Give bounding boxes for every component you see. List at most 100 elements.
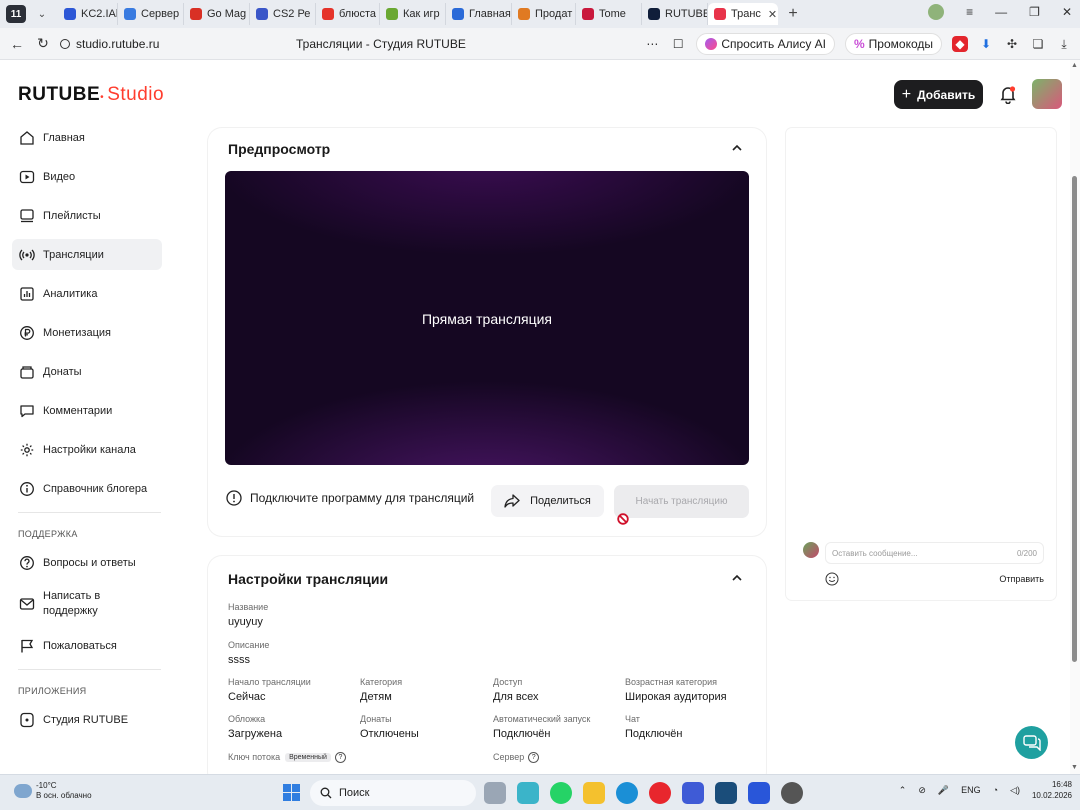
browser-tab[interactable]: CS2 Ре	[250, 3, 316, 25]
search-icon	[320, 787, 332, 799]
sidebar-item[interactable]: Монетизация	[12, 317, 162, 348]
browser-tab[interactable]: Продат	[512, 3, 576, 25]
alert-icon	[226, 490, 242, 506]
browser-tab[interactable]: Tome	[576, 3, 642, 25]
sidebar-item[interactable]: Плейлисты	[12, 200, 162, 231]
sidebar-item[interactable]: Комментарии	[12, 395, 162, 426]
menu-icon[interactable]: ≡	[966, 5, 973, 19]
app-icon[interactable]	[517, 782, 539, 804]
rutube-studio-logo[interactable]: RUTUBE • Studio	[18, 84, 164, 106]
collapse-chevron-icon[interactable]	[731, 142, 743, 154]
microphone-icon[interactable]: 🎤	[938, 785, 949, 796]
browser-tab[interactable]: RUTUBE	[642, 3, 708, 25]
scroll-down-icon[interactable]: ▼	[1071, 764, 1078, 771]
sidebar-item[interactable]: Аналитика	[12, 278, 162, 309]
studio-icon	[20, 712, 34, 727]
support-chat-button[interactable]	[1015, 726, 1048, 759]
scroll-up-icon[interactable]: ▲	[1071, 62, 1078, 69]
chevron-down-icon[interactable]: ⌄	[34, 6, 50, 22]
help-icon[interactable]: ?	[334, 752, 346, 764]
sidebar-item[interactable]: Главная	[12, 122, 162, 153]
browser-tab[interactable]: Транс ✕	[708, 3, 778, 25]
help-icon[interactable]: ?	[528, 752, 540, 764]
scrollbar-thumb[interactable]	[1072, 176, 1077, 662]
sidebar-item[interactable]: Студия RUTUBE	[12, 704, 162, 735]
browser-tab[interactable]: Go Mag	[184, 3, 250, 25]
chat-message-input[interactable]: Оставить сообщение... 0/200	[825, 542, 1044, 564]
collections-icon[interactable]: ❏	[1030, 36, 1046, 52]
sidebar-item[interactable]: Пожаловаться	[12, 630, 162, 661]
yandex-browser-icon[interactable]	[649, 782, 671, 804]
site-info-icon[interactable]	[60, 38, 70, 49]
windows-start-icon[interactable]	[283, 784, 300, 801]
sidebar-item[interactable]: Вопросы и ответы	[12, 547, 162, 578]
settings-field: Донаты Отключены	[360, 714, 419, 740]
browser-tab[interactable]: Сервер	[118, 3, 184, 25]
sidebar-item[interactable]: Написать в поддержку	[12, 586, 162, 622]
steam-icon[interactable]	[715, 782, 737, 804]
close-tab-icon[interactable]: ✕	[768, 8, 777, 21]
add-button[interactable]: + Добавить	[894, 80, 983, 109]
close-window-icon[interactable]: ✕	[1062, 5, 1072, 19]
wifi-icon[interactable]: ◔	[993, 785, 998, 795]
logo-sub: Studio	[107, 84, 165, 105]
sidebar-item[interactable]: Трансляции	[12, 239, 162, 270]
restore-icon[interactable]: ❐	[1029, 5, 1040, 19]
clock[interactable]: 16:48 10.02.2026	[1032, 779, 1072, 801]
settings-field-value: Загружена	[228, 728, 283, 740]
tab-favicon-icon	[452, 8, 464, 20]
app-icon[interactable]	[682, 782, 704, 804]
browser-tab[interactable]: KC2.IAll	[58, 3, 118, 25]
chat-send-button[interactable]: Отправить	[999, 574, 1044, 584]
ruble-icon	[20, 325, 34, 340]
taskbar-search[interactable]: Поиск	[310, 780, 476, 806]
notifications-bell-icon[interactable]	[998, 84, 1018, 104]
url-text: studio.rutube.ru	[76, 36, 160, 51]
start-stream-button[interactable]: Начать трансляцию	[614, 485, 749, 518]
sidebar-item[interactable]: Справочник блогера	[12, 473, 162, 504]
browser-tab[interactable]: Главная	[446, 3, 512, 25]
promo-button[interactable]: % Промокоды	[845, 33, 942, 55]
collapse-chevron-icon[interactable]	[731, 572, 743, 584]
chevron-up-icon[interactable]: ⌃	[899, 785, 907, 796]
file-explorer-icon[interactable]	[583, 782, 605, 804]
edge-icon[interactable]	[616, 782, 638, 804]
app-icon[interactable]	[781, 782, 803, 804]
sidebar-item[interactable]: Видео	[12, 161, 162, 192]
browser-tab[interactable]: блюста	[316, 3, 380, 25]
extension-icon[interactable]: ◆	[952, 36, 968, 52]
downloads-icon[interactable]: ⤓	[1056, 36, 1072, 52]
apps-section-title: ПРИЛОЖЕНИЯ	[18, 686, 87, 696]
url-field[interactable]: studio.rutube.ru	[60, 37, 159, 51]
alice-label: Спросить Алису AI	[721, 37, 826, 51]
new-tab-button[interactable]: +	[784, 5, 802, 23]
back-icon[interactable]: ←	[4, 36, 30, 52]
whatsapp-icon[interactable]	[550, 782, 572, 804]
settings-field: Начало трансляции Сейчас	[228, 677, 311, 703]
language-indicator[interactable]: ENG	[961, 785, 981, 795]
emoji-icon[interactable]	[825, 572, 839, 586]
browser-tab[interactable]: Как игр	[380, 3, 446, 25]
user-avatar[interactable]	[1032, 79, 1062, 109]
settings-field-value: Широкая аудитория	[625, 691, 727, 703]
sidebar-item-label: Написать в поддержку	[43, 590, 101, 617]
connect-text: Подключите программу для трансляций	[250, 491, 475, 505]
video-preview[interactable]: Прямая трансляция	[225, 171, 749, 465]
reload-icon[interactable]: ↻	[30, 35, 56, 52]
weather-widget[interactable]: -10°C В осн. облачно	[14, 781, 92, 801]
profile-avatar-icon[interactable]	[928, 4, 945, 20]
volume-icon[interactable]: ◁)	[1010, 785, 1020, 796]
network-off-icon[interactable]: ⊘	[918, 785, 926, 796]
sidebar-item[interactable]: Донаты	[12, 356, 162, 387]
share-button[interactable]: Поделиться	[491, 485, 604, 517]
more-dots-icon[interactable]: ⋯	[644, 36, 660, 52]
alice-button[interactable]: Спросить Алису AI	[696, 33, 835, 55]
bookmark-icon[interactable]: ☐	[670, 36, 686, 52]
tab-count-badge[interactable]: 11	[6, 5, 26, 23]
sidebar-item[interactable]: Настройки канала	[12, 434, 162, 465]
download-icon[interactable]: ⬇	[978, 36, 994, 52]
puzzle-icon[interactable]: ✣	[1004, 36, 1020, 52]
task-view-icon[interactable]	[484, 782, 506, 804]
minimize-icon[interactable]: —	[995, 5, 1007, 19]
app-icon[interactable]	[748, 782, 770, 804]
